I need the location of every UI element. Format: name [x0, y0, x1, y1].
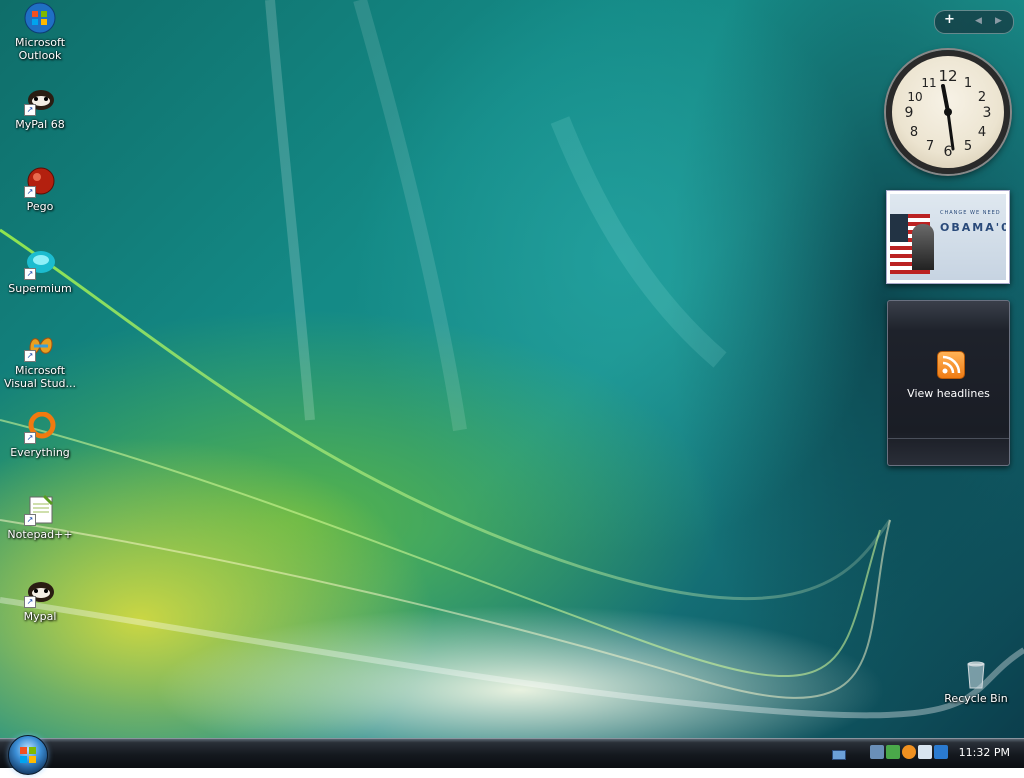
safely-remove-icon[interactable] — [886, 745, 900, 759]
system-tray: 11:32 PM — [824, 739, 1024, 767]
clock-number: 2 — [978, 90, 986, 105]
mypal-icon: ↗ — [24, 84, 56, 116]
feed-headlines-gadget[interactable]: View headlines — [887, 300, 1010, 466]
slideshow-caption-small: CHANGE WE NEED — [940, 210, 1001, 216]
clock-face: 12 1 2 3 4 5 6 7 8 9 10 11 — [905, 67, 992, 160]
clock-number: 7 — [926, 139, 934, 154]
shortcut-arrow-icon: ↗ — [24, 514, 36, 526]
clock-number: 4 — [978, 125, 986, 140]
windows-logo-icon — [20, 747, 36, 763]
notepadpp-icon: ↗ — [24, 494, 56, 526]
desktop-icon-supermium[interactable]: ↗ Supermium — [2, 248, 78, 295]
shortcut-arrow-icon: ↗ — [24, 186, 36, 198]
start-button[interactable] — [8, 735, 48, 775]
desktop-icon-everything[interactable]: ↗ Everything — [2, 411, 78, 459]
clock-number: 9 — [905, 105, 914, 121]
desktop-icon-microsoft-visual-studio[interactable]: ↗ Microsoft Visual Stud... — [2, 330, 78, 390]
network-icon[interactable] — [870, 745, 884, 759]
taskbar-clock[interactable]: 11:32 PM — [959, 746, 1010, 759]
clock-number: 12 — [938, 67, 957, 85]
slideshow-image: CHANGE WE NEED OBAMA'08 — [890, 194, 1006, 280]
desktop-icon-label: Recycle Bin — [944, 692, 1008, 705]
desktop-icon-recycle-bin[interactable]: Recycle Bin — [938, 658, 1014, 705]
shortcut-arrow-icon: ↗ — [24, 432, 36, 444]
clock-number: 10 — [907, 90, 922, 104]
desktop: Microsoft Outlook ↗ MyPal 68 ↗ Pego ↗ Su… — [0, 0, 1024, 738]
clock-number: 1 — [964, 76, 972, 91]
clock-number: 8 — [910, 125, 918, 140]
recycle-bin-icon — [960, 658, 992, 690]
clock-number: 11 — [921, 76, 936, 90]
desktop-icon-label: Microsoft Outlook — [14, 36, 66, 62]
shortcut-arrow-icon: ↗ — [24, 596, 36, 608]
outlook-icon — [24, 2, 56, 34]
clock-number: 3 — [983, 105, 992, 121]
desktop-icon-mypal[interactable]: ↗ Mypal — [2, 576, 78, 623]
add-gadget-button[interactable]: + — [944, 12, 955, 27]
sidebar-toolbar: + ◀ ▶ — [934, 10, 1014, 34]
shortcut-arrow-icon: ↗ — [24, 268, 36, 280]
slideshow-caption-big: OBAMA'08 — [940, 221, 1006, 234]
taskbar: 11:32 PM — [0, 735, 1024, 775]
desktop-icon-label: Pego — [26, 200, 54, 213]
view-headlines-link[interactable]: View headlines — [888, 387, 1009, 400]
desktop-icon-label: Supermium — [8, 282, 72, 295]
notepad-tray-icon[interactable] — [918, 745, 932, 759]
desktop-icon-mypal-68[interactable]: ↗ MyPal 68 — [2, 84, 78, 131]
search-icon[interactable] — [902, 745, 916, 759]
supermium-icon: ↗ — [24, 248, 56, 280]
wallpaper-waves — [0, 0, 1024, 719]
pego-icon: ↗ — [24, 166, 56, 198]
mypal-icon: ↗ — [24, 576, 56, 608]
clock-number: 5 — [964, 139, 972, 154]
rss-icon — [937, 351, 965, 379]
volume-icon[interactable] — [934, 745, 948, 759]
everything-icon: ↗ — [24, 411, 56, 444]
desktop-icon-label: Everything — [10, 446, 70, 459]
desktop-icon-microsoft-outlook[interactable]: Microsoft Outlook — [2, 2, 78, 62]
desktop-icon-pego[interactable]: ↗ Pego — [2, 166, 78, 213]
shortcut-arrow-icon: ↗ — [24, 350, 36, 362]
portrait-image — [912, 224, 934, 270]
next-gadget-button[interactable]: ▶ — [995, 16, 1002, 26]
desktop-icon-label: Microsoft Visual Stud... — [3, 364, 77, 390]
desktop-icon-notepadpp[interactable]: ↗ Notepad++ — [2, 494, 78, 541]
slideshow-gadget[interactable]: CHANGE WE NEED OBAMA'08 — [886, 190, 1010, 284]
divider — [888, 438, 1009, 439]
desktop-icon-label: MyPal 68 — [15, 118, 65, 131]
desktop-icon-label: Notepad++ — [7, 528, 73, 541]
desktop-icon-label: Mypal — [23, 610, 57, 623]
clock-gadget[interactable]: 12 1 2 3 4 5 6 7 8 9 10 11 — [886, 50, 1010, 174]
shortcut-arrow-icon: ↗ — [24, 104, 36, 116]
prev-gadget-button[interactable]: ◀ — [975, 16, 982, 26]
visual-studio-icon: ↗ — [24, 330, 56, 362]
